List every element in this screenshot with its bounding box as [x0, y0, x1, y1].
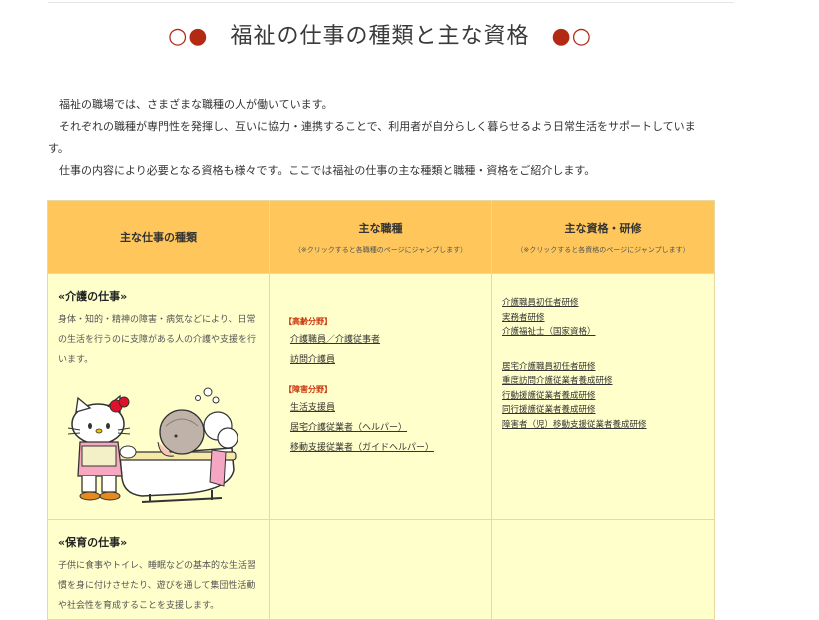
table-row: «介護の仕事» 身体・知的・精神の障害・病気などにより、日常の生活を行うのに支障…: [47, 273, 715, 520]
childcare-occupation-cell: [269, 519, 492, 620]
job-link[interactable]: 生活支援員: [290, 401, 491, 415]
qualification-link[interactable]: 障害者（児）移動支援従業者養成研修: [502, 418, 714, 433]
header-work-type: 主な仕事の種類: [47, 200, 270, 274]
header-note: （※クリックすると各職種のページにジャンプします）: [293, 245, 468, 254]
childcare-work-cell: «保育の仕事» 子供に食事やトイレ、睡眠などの基本的な生活習慣を身に付けさせたり…: [47, 519, 270, 620]
header-qualification: 主な資格・研修 （※クリックすると各資格のページにジャンプします）: [491, 200, 715, 274]
kitty-bath-illustration: [67, 387, 239, 503]
intro-paragraph-1: 福祉の職場では、さまざまな職種の人が働いています。: [59, 98, 333, 111]
intro-text: 福祉の職場では、さまざまな職種の人が働いています。 それぞれの職種が専門性を発揮…: [48, 94, 713, 182]
title-right-marks: ●○: [551, 24, 592, 49]
intro-paragraph-2: それぞれの職種が専門性を発揮し、互いに協力・連携することで、利用者が自分らしく暮…: [48, 120, 696, 155]
qualification-link[interactable]: 重度訪問介護従業者養成研修: [502, 374, 714, 389]
care-work-cell: «介護の仕事» 身体・知的・精神の障害・病気などにより、日常の生活を行うのに支障…: [47, 273, 270, 520]
field-label-disability: 【障害分野】: [284, 385, 332, 394]
job-link[interactable]: 移動支援従業者（ガイドヘルパー）: [290, 441, 491, 455]
qualification-link[interactable]: 実務者研修: [502, 311, 714, 326]
page-title: ○● 福祉の仕事の種類と主な資格 ●○: [0, 18, 760, 50]
qualification-link[interactable]: 介護福祉士（国家資格）: [502, 325, 714, 340]
qualification-link[interactable]: 同行援護従業者養成研修: [502, 403, 714, 418]
title-text: 福祉の仕事の種類と主な資格: [230, 24, 530, 49]
table-row: «保育の仕事» 子供に食事やトイレ、睡眠などの基本的な生活習慣を身に付けさせたり…: [47, 519, 715, 620]
title-left-marks: ○●: [168, 24, 209, 49]
qualification-link[interactable]: 行動援護従業者養成研修: [502, 389, 714, 404]
table-header-row: 主な仕事の種類 主な職種 （※クリックすると各職種のページにジャンプします） 主…: [47, 200, 715, 274]
care-occupation-cell: 【高齢分野】 介護職員／介護従事者 訪問介護員 【障害分野】 生活支援員 居宅介…: [269, 273, 492, 520]
category-title: «介護の仕事»: [58, 290, 128, 303]
childcare-qualification-cell: [491, 519, 715, 620]
job-link[interactable]: 訪問介護員: [290, 353, 491, 367]
category-description: 子供に食事やトイレ、睡眠などの基本的な生活習慣を身に付けさせたり、遊びを通して集…: [58, 561, 257, 611]
qualification-link[interactable]: 介護職員初任者研修: [502, 296, 714, 311]
top-divider: [48, 2, 734, 3]
job-link[interactable]: 居宅介護従業者（ヘルパー）: [290, 421, 491, 435]
field-label-elderly: 【高齢分野】: [284, 317, 332, 326]
category-description: 身体・知的・精神の障害・病気などにより、日常の生活を行うのに支障がある人の介護や…: [58, 315, 257, 365]
header-label: 主な資格・研修: [564, 221, 642, 235]
header-occupation: 主な職種 （※クリックすると各職種のページにジャンプします）: [269, 200, 492, 274]
header-label: 主な仕事の種類: [120, 231, 197, 244]
intro-paragraph-3: 仕事の内容により必要となる資格も様々です。ここでは福祉の仕事の主な種類と職種・資…: [59, 164, 596, 177]
qualification-link[interactable]: 居宅介護職員初任者研修: [502, 360, 714, 375]
jobs-table: 主な仕事の種類 主な職種 （※クリックすると各職種のページにジャンプします） 主…: [47, 200, 715, 620]
category-title: «保育の仕事»: [58, 536, 128, 549]
care-qualification-cell: 介護職員初任者研修 実務者研修 介護福祉士（国家資格） 居宅介護職員初任者研修 …: [491, 273, 715, 520]
header-label: 主な職種: [358, 221, 403, 235]
header-note: （※クリックすると各資格のページにジャンプします）: [516, 245, 690, 254]
job-link[interactable]: 介護職員／介護従事者: [290, 333, 491, 347]
